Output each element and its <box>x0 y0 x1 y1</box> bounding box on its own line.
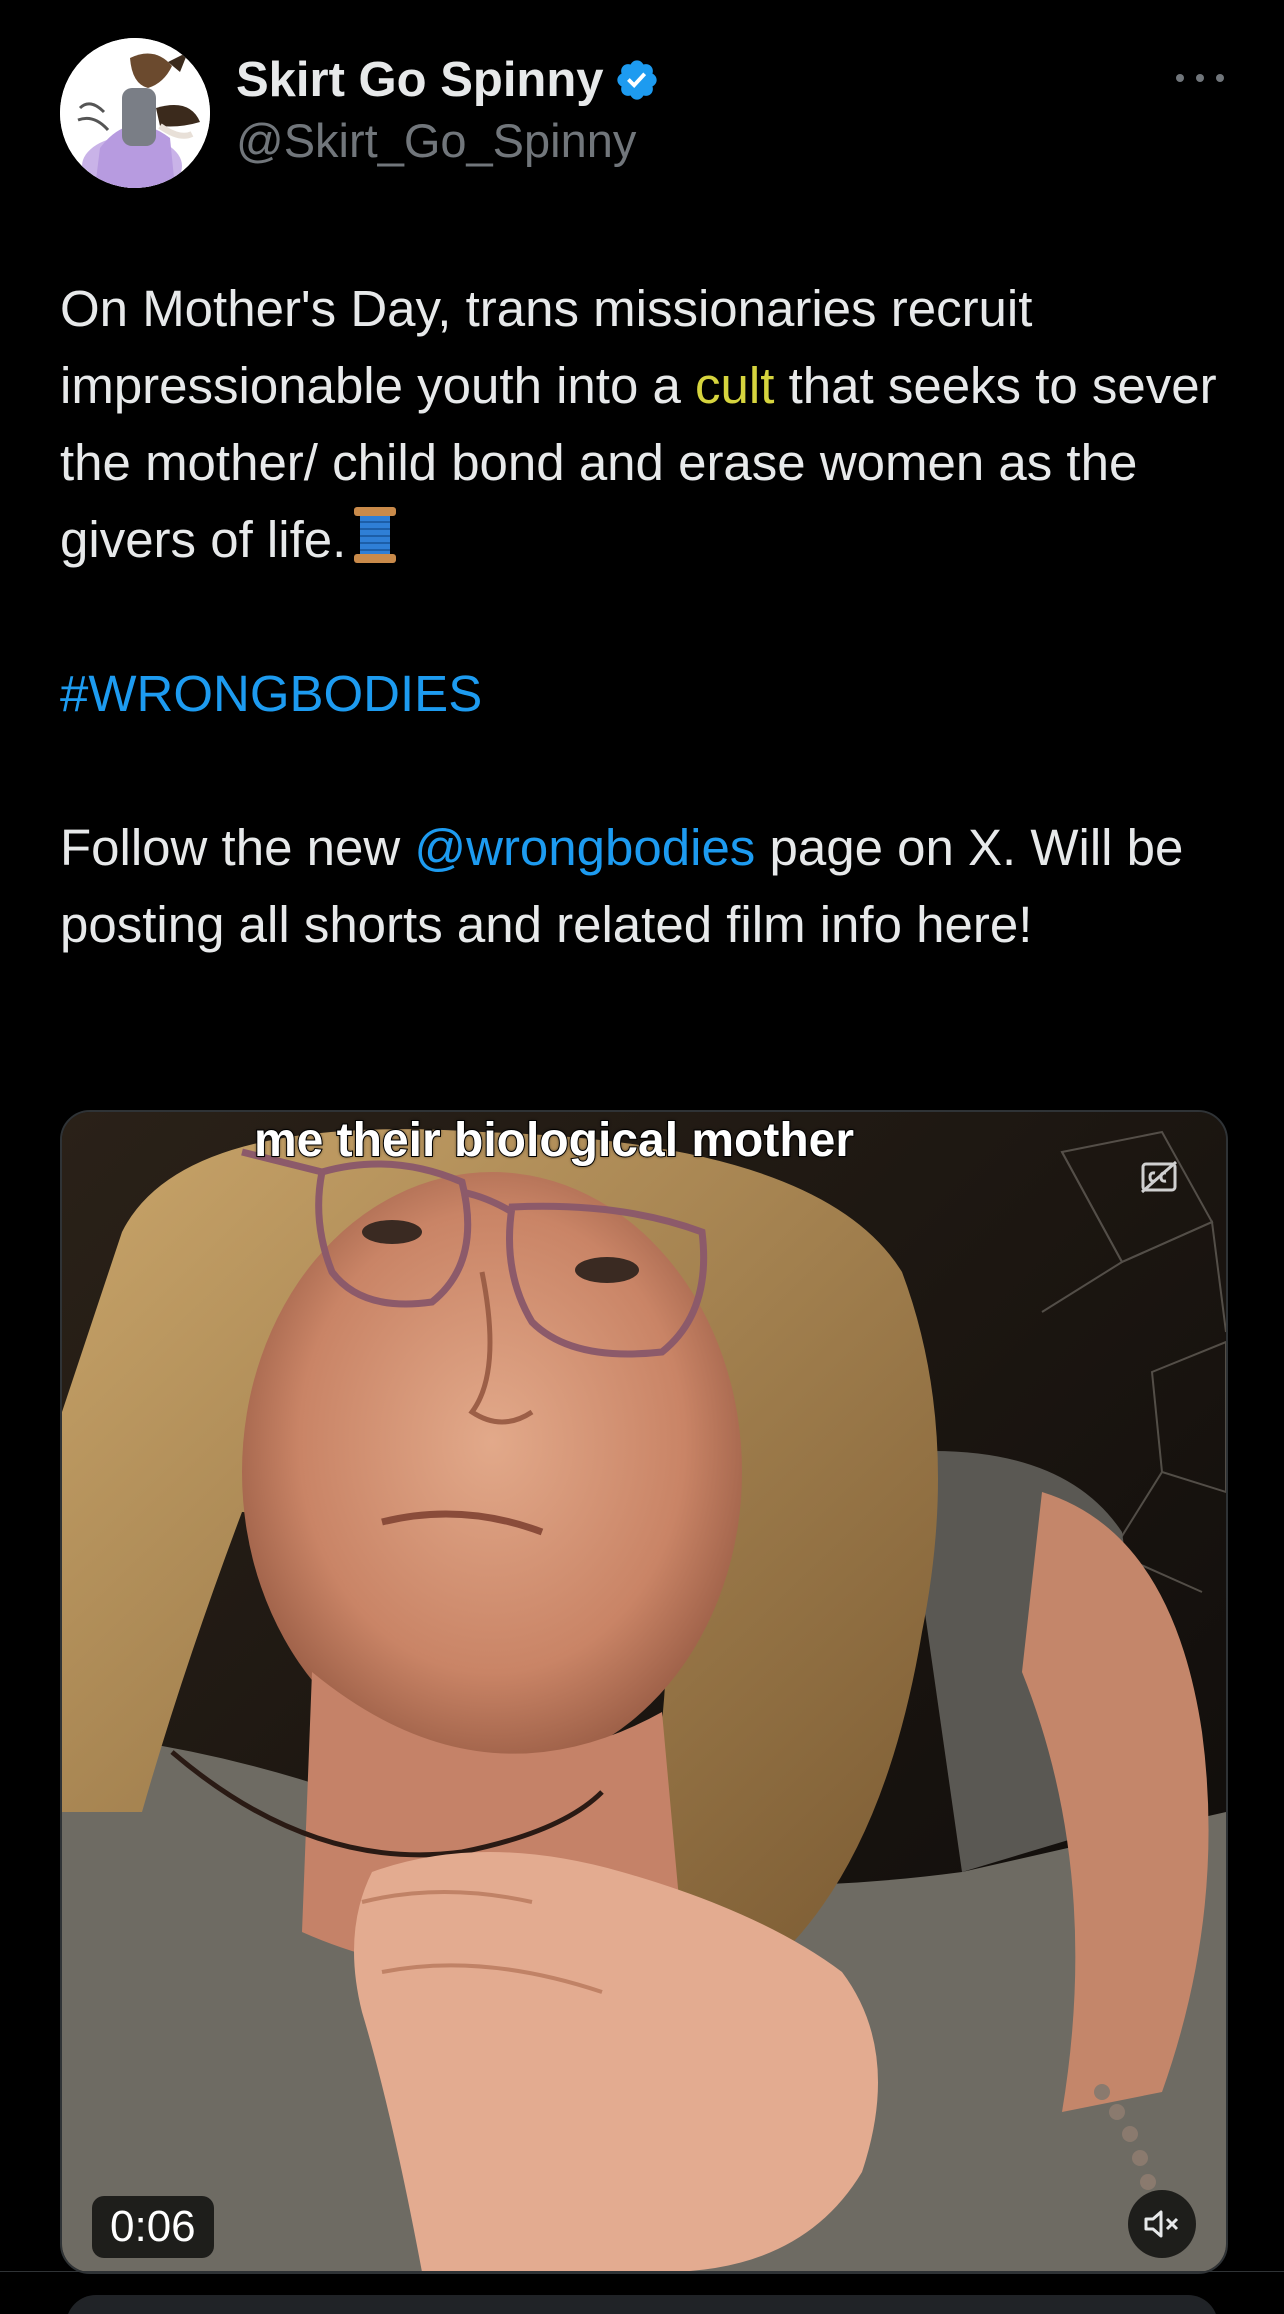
highlighted-word: cult <box>695 357 775 414</box>
hashtag-link[interactable]: #WRONGBODIES <box>60 665 482 722</box>
video-caption: me their biological mother <box>253 1113 855 1168</box>
verified-badge-icon[interactable] <box>614 57 660 103</box>
author-identity: Skirt Go Spinny @Skirt_Go_Spinny <box>236 52 660 172</box>
avatar[interactable] <box>60 38 210 188</box>
reply-bar[interactable] <box>66 2295 1218 2314</box>
mention-link[interactable]: @wrongbodies <box>414 819 755 876</box>
author-handle[interactable]: @Skirt_Go_Spinny <box>236 110 660 172</box>
tweet-paragraph-follow: Follow the new @wrongbodies page on X. W… <box>60 809 1230 963</box>
tweet-text-segment: Follow the new <box>60 819 415 876</box>
tweet-text: On Mother's Day, trans missionaries recr… <box>60 270 1230 963</box>
avatar-illustration <box>60 38 210 188</box>
more-options-icon[interactable] <box>1176 68 1224 88</box>
tweet-detail-page: Skirt Go Spinny @Skirt_Go_Spinny On Moth… <box>0 0 1284 2314</box>
video-player[interactable]: me their biological mother 0:06 <box>60 1110 1228 2274</box>
closed-captions-icon[interactable] <box>1140 1160 1178 1194</box>
display-name-row: Skirt Go Spinny <box>236 52 660 108</box>
video-timestamp: 0:06 <box>92 2196 214 2258</box>
divider <box>0 2271 1284 2272</box>
spool-of-thread-icon <box>352 505 398 565</box>
display-name[interactable]: Skirt Go Spinny <box>236 52 604 108</box>
hashtag-paragraph: #WRONGBODIES <box>60 655 1230 732</box>
video-frame <box>62 1112 1226 2272</box>
tweet-paragraph-main: On Mother's Day, trans missionaries recr… <box>60 270 1230 578</box>
tweet-header: Skirt Go Spinny @Skirt_Go_Spinny <box>60 38 1224 190</box>
speaker-muted-icon[interactable] <box>1128 2190 1196 2258</box>
